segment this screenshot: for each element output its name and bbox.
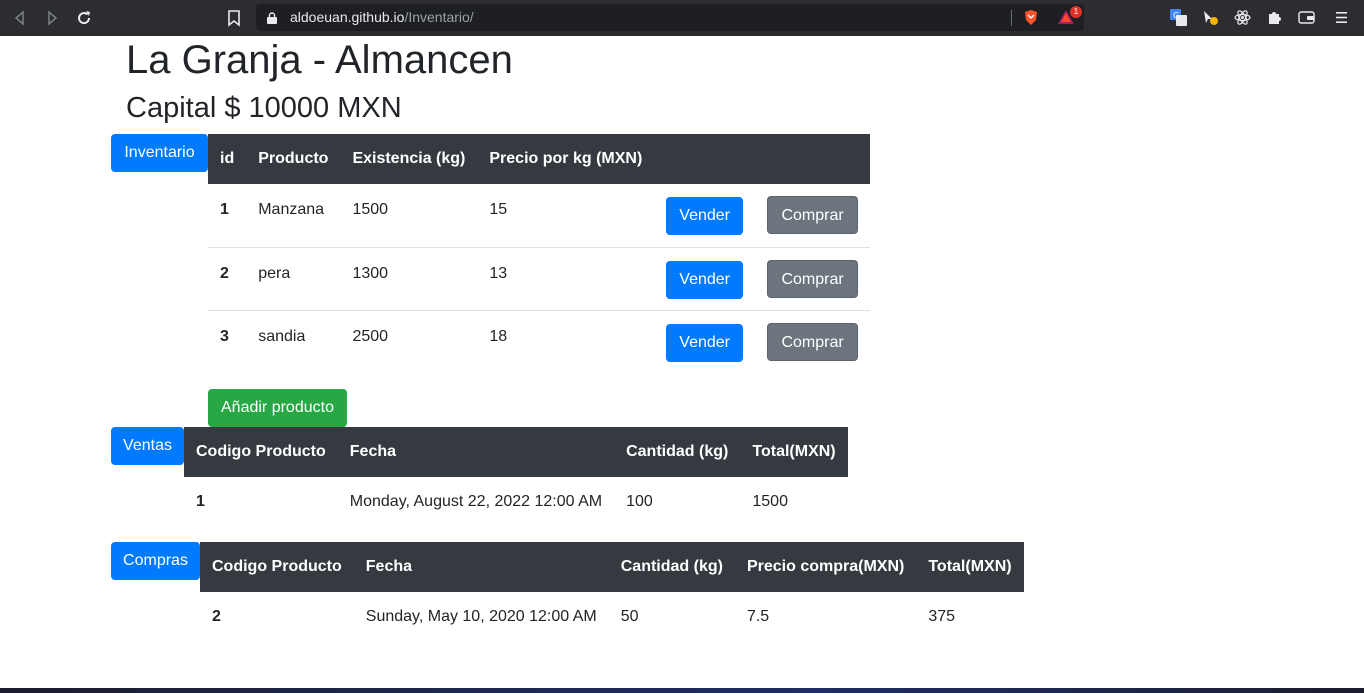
comprar-button[interactable]: Comprar — [767, 196, 858, 234]
col-existencia: Existencia (kg) — [352, 150, 466, 167]
svg-text:G: G — [1173, 11, 1179, 20]
row-actions: Vender Comprar — [654, 310, 869, 373]
back-icon[interactable] — [10, 8, 30, 28]
row-cantidad: 100 — [626, 493, 653, 510]
url-path: /Inventario/ — [404, 9, 474, 25]
comprar-button[interactable]: Comprar — [767, 259, 858, 298]
inventory-header-row: id Producto Existencia (kg) Precio por k… — [208, 134, 870, 184]
row-precio: 18 — [489, 327, 508, 345]
col-fecha: Fecha — [365, 558, 413, 575]
row-precio: 13 — [489, 264, 508, 282]
comprar-button[interactable]: Comprar — [767, 322, 858, 361]
row-fecha: Sunday, May 10, 2020 12:00 AM — [365, 608, 597, 625]
table-row: 2 Sunday, May 10, 2020 12:00 AM 50 7.5 3… — [200, 592, 1024, 642]
reload-icon[interactable] — [74, 8, 94, 28]
col-codigo: Codigo Producto — [212, 558, 342, 575]
row-producto: sandia — [258, 327, 306, 345]
row-producto: Manzana — [258, 201, 325, 218]
table-row: 1 Monday, August 22, 2022 12:00 AM 100 1… — [184, 477, 848, 527]
row-existencia: 1500 — [352, 201, 389, 218]
compras-button[interactable]: Compras — [111, 542, 200, 580]
ventas-button[interactable]: Ventas — [111, 427, 184, 465]
vender-button[interactable]: Vender — [666, 260, 743, 299]
extension-icon[interactable] — [1202, 9, 1219, 26]
table-row: 1 Manzana 1500 15 Vender Comprar — [208, 184, 870, 247]
sales-table: Codigo Producto Fecha Cantidad (kg) Tota… — [184, 427, 848, 527]
translate-icon[interactable]: G — [1170, 9, 1187, 26]
row-precio: 7.5 — [746, 608, 770, 625]
row-precio: 15 — [489, 201, 508, 218]
table-row: 2 pera 1300 13 Vender Comprar — [208, 247, 870, 310]
row-codigo: 1 — [196, 493, 205, 510]
purchases-table: Codigo Producto Fecha Cantidad (kg) Prec… — [200, 542, 1024, 642]
row-cantidad: 50 — [620, 608, 639, 625]
table-row: 3 sandia 2500 18 Vender Comprar — [208, 310, 870, 373]
react-devtools-icon[interactable] — [1234, 9, 1251, 26]
col-cantidad: Cantidad (kg) — [626, 443, 729, 460]
brave-shields-icon[interactable] — [1023, 9, 1039, 26]
page-title: La Granja - Almancen — [126, 38, 513, 82]
row-actions: Vender Comprar — [654, 184, 869, 247]
lock-icon[interactable] — [267, 11, 277, 24]
url-host: aldoeuan.github.io — [290, 9, 405, 25]
vender-button[interactable]: Vender — [666, 323, 743, 362]
col-precio-compra: Precio compra(MXN) — [746, 558, 905, 575]
bookmark-icon[interactable] — [226, 8, 242, 28]
col-fecha: Fecha — [349, 443, 397, 460]
inventario-button[interactable]: Inventario — [111, 134, 208, 172]
browser-toolbar: aldoeuan.github.io/Inventario/ 1 G — [0, 0, 1364, 36]
col-precio: Precio por kg (MXN) — [489, 150, 643, 167]
row-existencia: 1300 — [352, 264, 389, 282]
col-total: Total(MXN) — [752, 443, 836, 460]
vender-button[interactable]: Vender — [666, 197, 743, 235]
col-total: Total(MXN) — [928, 558, 1012, 575]
taskbar-strip — [0, 688, 1364, 693]
row-actions: Vender Comprar — [654, 247, 869, 310]
url-divider — [1011, 10, 1012, 26]
row-codigo: 2 — [212, 608, 221, 625]
row-id: 2 — [220, 264, 229, 282]
row-id: 1 — [220, 201, 229, 218]
rewards-badge: 1 — [1070, 6, 1082, 18]
row-total: 375 — [928, 608, 956, 625]
row-producto: pera — [258, 264, 291, 282]
sales-header-row: Codigo Producto Fecha Cantidad (kg) Tota… — [184, 427, 848, 477]
col-producto: Producto — [258, 150, 329, 167]
col-actions — [654, 134, 869, 184]
add-product-button[interactable]: Añadir producto — [208, 389, 347, 427]
row-existencia: 2500 — [352, 327, 389, 345]
forward-icon[interactable] — [42, 8, 62, 28]
capital-label: Capital $ 10000 MXN — [126, 92, 402, 124]
col-id: id — [220, 150, 235, 167]
row-fecha: Monday, August 22, 2022 12:00 AM — [349, 493, 603, 510]
row-id: 3 — [220, 327, 229, 345]
menu-icon[interactable] — [1333, 9, 1350, 26]
puzzle-extensions-icon[interactable] — [1266, 9, 1283, 26]
col-codigo: Codigo Producto — [196, 443, 326, 460]
col-cantidad: Cantidad (kg) — [620, 558, 723, 575]
row-total: 1500 — [752, 493, 788, 510]
purchases-header-row: Codigo Producto Fecha Cantidad (kg) Prec… — [200, 542, 1024, 592]
wallet-icon[interactable] — [1298, 9, 1315, 26]
url-text[interactable]: aldoeuan.github.io/Inventario/ — [290, 9, 474, 25]
inventory-table: id Producto Existencia (kg) Precio por k… — [208, 134, 870, 373]
address-bar[interactable]: aldoeuan.github.io/Inventario/ 1 — [256, 4, 1084, 31]
